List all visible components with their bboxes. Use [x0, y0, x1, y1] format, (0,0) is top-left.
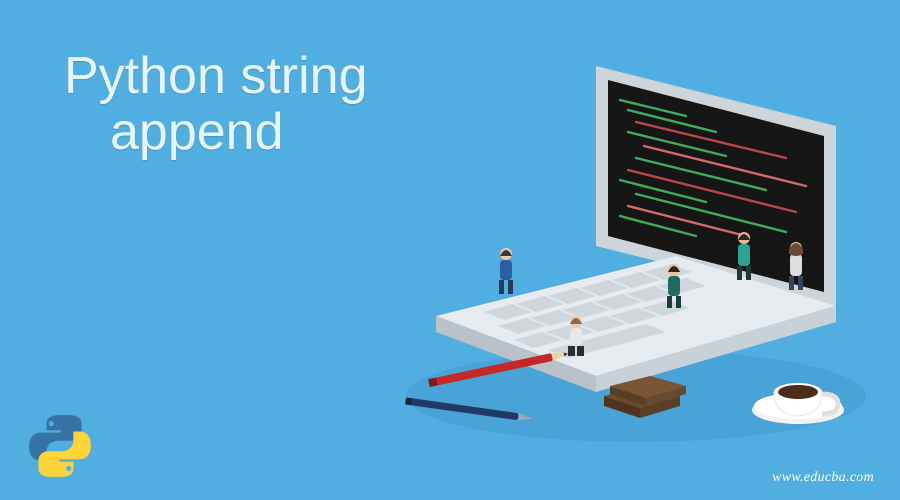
page-title: Python string append	[64, 48, 368, 160]
python-logo-icon	[28, 414, 92, 478]
site-url: www.educba.com	[772, 470, 874, 486]
title-line-2: append	[64, 104, 368, 160]
laptop-team-isometric-illustration-icon	[366, 36, 886, 456]
title-line-1: Python string	[64, 48, 368, 104]
hero-banner: Python string append	[0, 0, 900, 500]
